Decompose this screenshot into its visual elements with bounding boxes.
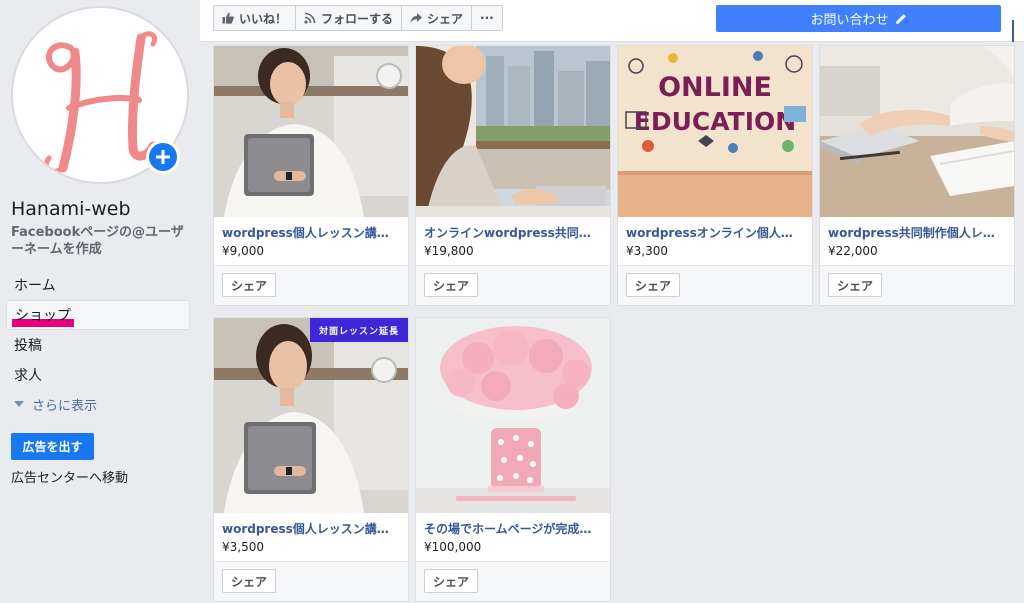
like-label: いいね！: [239, 11, 288, 26]
nav-item-label: 投稿: [14, 338, 42, 354]
nav-item-label: ホーム: [14, 278, 56, 294]
promote-button[interactable]: 広告を出す: [11, 433, 94, 460]
like-button[interactable]: いいね！: [214, 6, 297, 30]
product-image[interactable]: [820, 46, 1014, 217]
product-image[interactable]: [416, 318, 610, 513]
see-more-link[interactable]: さらに表示: [6, 390, 190, 418]
product-footer: シェア: [820, 265, 1014, 305]
product-footer: シェア: [416, 265, 610, 305]
product-price: ¥100,000: [424, 540, 482, 554]
education-label: EDUCATION: [634, 107, 796, 136]
product-card[interactable]: その場でホームページが完成！… ¥100,000 シェア: [415, 317, 611, 602]
product-title[interactable]: wordpress共同制作個人レッス…: [828, 224, 1006, 241]
add-photo-button[interactable]: [146, 140, 180, 174]
product-info: wordpress共同制作個人レッス… ¥22,000: [820, 217, 1014, 265]
woman-typing-laptop-photo: [416, 46, 610, 217]
plus-icon: [156, 150, 170, 164]
follow-button[interactable]: フォローする: [296, 6, 403, 30]
product-title[interactable]: wordpress個人レッスン講座追…: [222, 520, 400, 537]
product-title[interactable]: その場でホームページが完成！…: [424, 520, 602, 537]
more-icon: ···: [480, 11, 494, 25]
hands-typing-laptop-photo: [820, 46, 1014, 217]
product-price: ¥19,800: [424, 244, 474, 258]
product-title[interactable]: wordpress個人レッスン講座6…: [222, 224, 400, 241]
online-education-photo: ONLINE EDUCATION: [618, 46, 812, 217]
follow-label: フォローする: [321, 11, 394, 26]
share-arrow-icon: [410, 13, 423, 23]
product-card[interactable]: ONLINE EDUCATION wordpressオンライン個人レッ… ¥3,…: [617, 45, 813, 306]
product-price: ¥3,500: [222, 540, 264, 554]
product-card[interactable]: 対面レッスン延長 wordpress個人レッスン講座追… ¥3,500 シェア: [213, 317, 409, 602]
nav-item-home[interactable]: ホーム: [6, 270, 190, 300]
woman-with-laptop-photo: [214, 318, 408, 513]
product-image[interactable]: ONLINE EDUCATION: [618, 46, 812, 217]
share-button[interactable]: シェア: [828, 273, 883, 297]
product-title[interactable]: wordpressオンライン個人レッ…: [626, 224, 804, 241]
product-info: オンラインwordpress共同制作… ¥19,800: [416, 217, 610, 265]
nav-item-label: ショップ: [15, 308, 71, 324]
contact-label: お問い合わせ: [810, 13, 889, 28]
share-button[interactable]: シェア: [222, 273, 277, 297]
product-footer: シェア: [214, 561, 408, 601]
nav-item-label-wrap: ショップ: [15, 305, 71, 325]
product-footer: シェア: [416, 561, 610, 601]
product-card[interactable]: オンラインwordpress共同制作… ¥19,800 シェア: [415, 45, 611, 306]
share-button[interactable]: シェア: [626, 273, 681, 297]
product-footer: シェア: [214, 265, 408, 305]
product-title[interactable]: オンラインwordpress共同制作…: [424, 224, 602, 241]
pink-cake-photo: [416, 318, 610, 513]
product-image[interactable]: [214, 46, 408, 217]
page-nav: ホーム ショップ 投稿 求人 さらに表示: [6, 270, 190, 418]
nav-item-label: 求人: [14, 368, 42, 384]
product-footer: シェア: [618, 265, 812, 305]
product-price: ¥22,000: [828, 244, 878, 258]
share-button[interactable]: シェア: [424, 569, 479, 593]
page-action-bar: いいね！ フォローする シェア ··· お問い合わせ: [200, 0, 1024, 42]
share-page-label: シェア: [427, 11, 464, 26]
share-button[interactable]: シェア: [424, 273, 479, 297]
left-sidebar: Hanami-web Facebookページの@ユーザーネームを作成 ホーム シ…: [0, 0, 200, 603]
product-card[interactable]: wordpress共同制作個人レッス… ¥22,000 シェア: [819, 45, 1015, 306]
caret-down-icon: [14, 401, 24, 407]
product-info: wordpress個人レッスン講座6… ¥9,000: [214, 217, 408, 265]
product-price: ¥9,000: [222, 244, 264, 258]
pencil-icon: [895, 13, 906, 24]
share-button[interactable]: シェア: [222, 569, 277, 593]
nav-item-posts[interactable]: 投稿: [6, 330, 190, 360]
share-page-button[interactable]: シェア: [402, 6, 473, 30]
scroll-edge-marker: [1012, 20, 1014, 42]
product-card[interactable]: wordpress個人レッスン講座6… ¥9,000 シェア: [213, 45, 409, 306]
product-info: その場でホームページが完成！… ¥100,000: [416, 513, 610, 561]
more-options-button[interactable]: ···: [472, 6, 502, 30]
product-info: wordpressオンライン個人レッ… ¥3,300: [618, 217, 812, 265]
nav-item-jobs[interactable]: 求人: [6, 360, 190, 390]
ad-center-link[interactable]: 広告センターへ移動: [11, 467, 128, 486]
online-label: ONLINE: [658, 72, 772, 103]
product-info: wordpress個人レッスン講座追… ¥3,500: [214, 513, 408, 561]
see-more-label: さらに表示: [32, 398, 98, 414]
contact-us-button[interactable]: お問い合わせ: [716, 5, 1001, 32]
page-name[interactable]: Hanami-web: [11, 198, 131, 220]
product-image[interactable]: 対面レッスン延長: [214, 318, 408, 513]
woman-with-laptop-photo: [214, 46, 408, 217]
page-actions: いいね！ フォローする シェア ···: [213, 5, 503, 31]
rss-icon: [304, 12, 316, 24]
product-badge: 対面レッスン延長: [310, 318, 408, 342]
nav-item-shop[interactable]: ショップ: [6, 300, 190, 330]
product-image[interactable]: [416, 46, 610, 217]
thumbs-up-icon: [222, 12, 234, 24]
product-price: ¥3,300: [626, 244, 668, 258]
create-username-link[interactable]: Facebookページの@ユーザーネームを作成: [11, 224, 196, 258]
